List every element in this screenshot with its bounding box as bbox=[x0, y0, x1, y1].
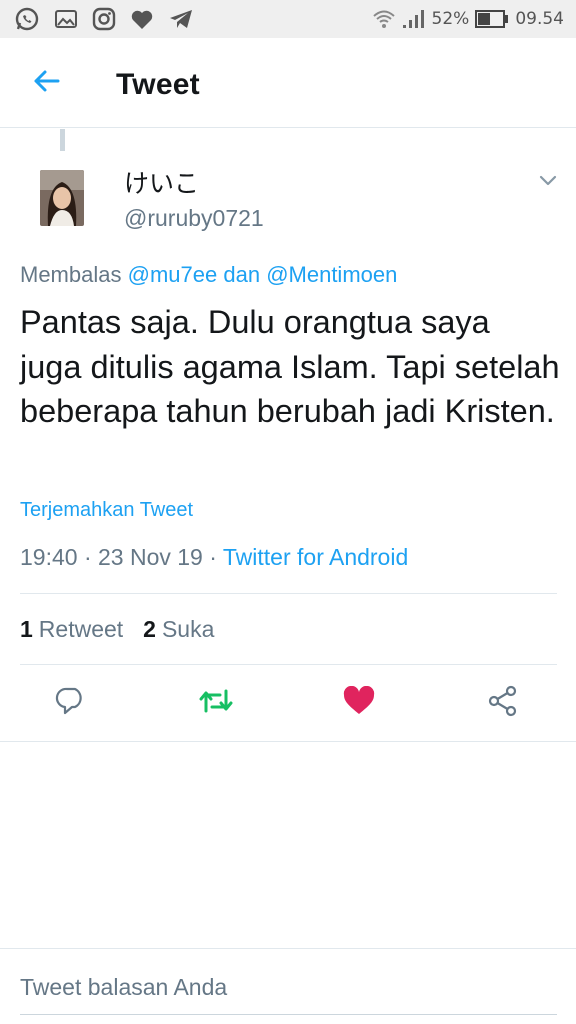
tweet-timestamp: 19:40 · 23 Nov 19 · bbox=[20, 544, 217, 570]
instagram-icon bbox=[92, 7, 116, 31]
display-name[interactable]: けいこ bbox=[124, 164, 199, 200]
tweet-options-button[interactable] bbox=[536, 170, 560, 190]
translate-tweet-link[interactable]: Terjemahkan Tweet bbox=[20, 499, 193, 522]
back-button[interactable] bbox=[22, 66, 70, 100]
retweet-count-link[interactable]: 1 Retweet bbox=[20, 616, 123, 643]
retweet-label: Retweet bbox=[38, 616, 124, 642]
image-icon bbox=[54, 8, 78, 30]
mention-link[interactable]: @mu7ee bbox=[128, 262, 218, 287]
telegram-icon bbox=[168, 8, 194, 30]
like-button[interactable] bbox=[336, 680, 382, 726]
reply-icon bbox=[55, 686, 87, 721]
like-label: Suka bbox=[161, 616, 215, 642]
retweet-count: 1 bbox=[20, 616, 33, 642]
notification-icons bbox=[14, 6, 194, 32]
app-header: Tweet bbox=[0, 38, 576, 128]
divider bbox=[0, 741, 576, 742]
wifi-icon bbox=[372, 8, 396, 30]
tweet-text: Pantas saja. Dulu orangtua saya juga dit… bbox=[20, 304, 560, 429]
divider bbox=[20, 664, 557, 665]
divider bbox=[20, 593, 557, 594]
whatsapp-icon bbox=[14, 6, 40, 32]
tweet-source-link[interactable]: Twitter for Android bbox=[223, 544, 408, 570]
reply-button[interactable] bbox=[48, 680, 94, 726]
battery-percent: 52% bbox=[431, 9, 470, 29]
like-count: 2 bbox=[143, 616, 156, 642]
user-handle[interactable]: @ruruby0721 bbox=[124, 205, 264, 232]
arrow-left-icon bbox=[32, 69, 60, 98]
tweet-stats: 1 Retweet 2 Suka bbox=[20, 616, 214, 643]
retweet-icon bbox=[198, 686, 234, 721]
reply-connector: dan bbox=[223, 262, 261, 287]
reply-prefix: Membalas bbox=[20, 262, 122, 287]
battery-icon bbox=[475, 10, 509, 28]
signal-icon bbox=[402, 9, 426, 29]
reply-input[interactable]: Tweet balasan Anda bbox=[20, 974, 227, 1001]
share-icon bbox=[487, 685, 519, 722]
mention-link[interactable]: @Mentimoen bbox=[266, 262, 397, 287]
page-title: Tweet bbox=[116, 68, 200, 101]
tweet-action-bar bbox=[0, 680, 576, 726]
clock: 09.54 bbox=[515, 9, 564, 29]
share-button[interactable] bbox=[480, 680, 526, 726]
like-count-link[interactable]: 2 Suka bbox=[143, 616, 214, 643]
heart-icon bbox=[130, 8, 154, 30]
composer-top-divider bbox=[0, 948, 576, 949]
avatar[interactable] bbox=[40, 170, 84, 226]
reply-input-underline bbox=[20, 1014, 557, 1015]
reply-to-line: Membalas @mu7ee dan @Mentimoen bbox=[20, 262, 397, 288]
heart-filled-icon bbox=[342, 685, 376, 721]
tweet-meta: 19:40 · 23 Nov 19 · Twitter for Android bbox=[20, 544, 408, 571]
thread-connector-line bbox=[60, 129, 65, 151]
system-status: 52% 09.54 bbox=[372, 8, 564, 30]
chevron-down-icon bbox=[536, 175, 560, 194]
status-bar: 52% 09.54 bbox=[0, 0, 576, 38]
retweet-button[interactable] bbox=[193, 680, 239, 726]
